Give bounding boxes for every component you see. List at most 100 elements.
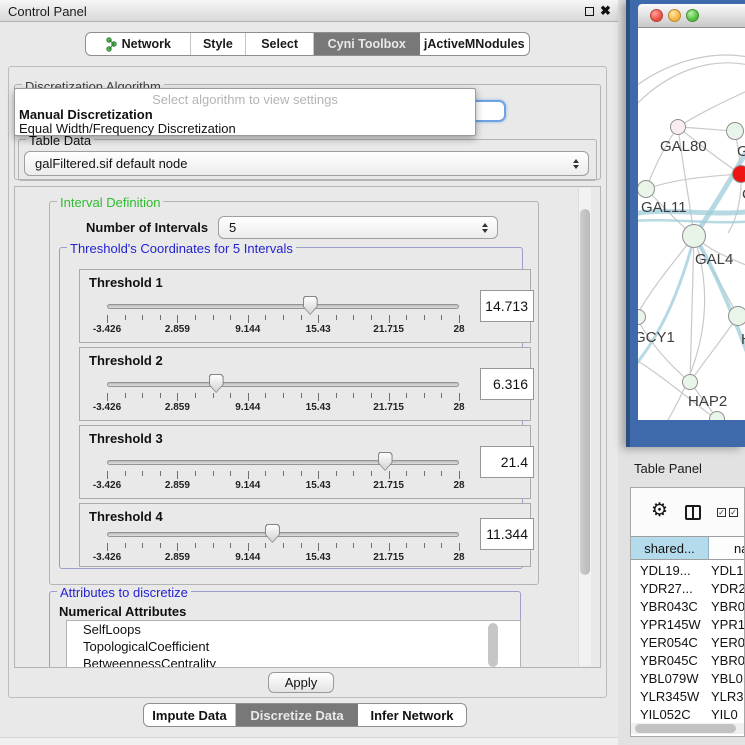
tick-label: -3.426 xyxy=(93,552,121,563)
table-cell[interactable]: YLR345W xyxy=(640,689,699,704)
table-data-combobox[interactable]: galFiltered.sif default node xyxy=(24,151,589,176)
threshold-slider-thumb[interactable] xyxy=(378,452,393,471)
float-window-icon[interactable] xyxy=(585,7,594,16)
threshold-value-field[interactable]: 11.344 xyxy=(480,518,534,550)
threshold-value-field[interactable]: 21.4 xyxy=(480,446,534,478)
table-cell[interactable]: YER054C xyxy=(640,635,698,650)
table-row[interactable]: YLR345W YLR3 xyxy=(631,689,744,707)
tab-style[interactable]: Style xyxy=(191,33,247,55)
tick-mark xyxy=(248,393,249,401)
interval-definition-title: Interval Definition xyxy=(57,195,163,210)
table-cell[interactable]: YBL079W xyxy=(640,671,699,686)
network-node[interactable] xyxy=(682,224,706,248)
zoom-traffic-light-icon[interactable] xyxy=(686,9,699,22)
threshold-value-field[interactable]: 6.316 xyxy=(480,368,534,400)
network-window-titlebar xyxy=(638,4,745,28)
table-cell[interactable]: YPR145W xyxy=(640,617,701,632)
tab-cyni-toolbox[interactable]: Cyni Toolbox xyxy=(314,33,420,55)
tick-label: 15.43 xyxy=(306,402,331,413)
attributes-list[interactable]: SelfLoopsTopologicalCoefficientBetweenne… xyxy=(66,620,521,668)
table-cell[interactable]: YIL0 xyxy=(711,707,738,722)
table-row[interactable]: YPR145W YPR1 xyxy=(631,617,744,635)
tab-infer-network[interactable]: Infer Network xyxy=(358,704,466,726)
table-cell[interactable]: YBR045C xyxy=(640,653,698,668)
apply-button[interactable]: Apply xyxy=(268,672,334,693)
table-cell[interactable]: YIL052C xyxy=(640,707,691,722)
attribute-list-item[interactable]: TopologicalCoefficient xyxy=(67,638,520,655)
tab-jactivemnodules[interactable]: jActiveMNodules xyxy=(420,33,530,55)
dropdown-option[interactable]: Manual Discretization xyxy=(19,107,153,122)
table-row[interactable]: YBR045C YBR0 xyxy=(631,653,744,671)
table-cell[interactable]: YDR27... xyxy=(640,581,693,596)
threshold-slider-track[interactable] xyxy=(107,304,459,309)
threshold-label: Threshold 3 xyxy=(89,431,163,446)
tick-label: 15.43 xyxy=(306,324,331,335)
threshold-value-field[interactable]: 14.713 xyxy=(480,290,534,322)
tick-label: 28 xyxy=(453,552,464,563)
threshold-slider-track[interactable] xyxy=(107,382,459,387)
network-node[interactable] xyxy=(732,165,745,183)
table-cell[interactable]: YBR0 xyxy=(711,599,745,614)
columns-icon[interactable] xyxy=(685,505,701,520)
settings-vertical-scrollbar[interactable] xyxy=(578,188,591,666)
table-cell[interactable]: YDR2 xyxy=(711,581,745,596)
attribute-list-item[interactable]: SelfLoops xyxy=(67,621,520,638)
tab-label: Network xyxy=(122,37,171,51)
attributes-list-scrollbar[interactable] xyxy=(488,623,498,667)
network-canvas[interactable]: GAL80GACGAL11GAL4GCY1HHAP2 xyxy=(638,28,745,420)
tick-mark xyxy=(389,315,390,323)
network-node[interactable] xyxy=(726,122,744,140)
tick-mark xyxy=(336,543,337,548)
table-hscrollbar-thumb[interactable] xyxy=(635,724,736,733)
tick-mark xyxy=(301,471,302,476)
tick-mark xyxy=(160,393,161,398)
column-header-name[interactable]: na xyxy=(709,537,745,559)
threshold-slider-thumb[interactable] xyxy=(265,524,280,543)
table-row[interactable]: YER054C YER0 xyxy=(631,635,744,653)
table-cell[interactable]: YDL19... xyxy=(640,563,691,578)
network-node[interactable] xyxy=(728,306,745,326)
threshold-slider-track[interactable] xyxy=(107,460,459,465)
table-row[interactable]: YBR043C YBR0 xyxy=(631,599,744,617)
table-cell[interactable]: YLR3 xyxy=(711,689,744,704)
tab-select[interactable]: Select xyxy=(246,33,314,55)
gear-icon[interactable]: ⚙ xyxy=(651,501,668,520)
tick-label: 9.144 xyxy=(235,480,260,491)
table-row[interactable]: YDL19... YDL1 xyxy=(631,563,744,581)
attribute-list-item[interactable]: BetweennessCentrality xyxy=(67,655,520,668)
tab-discretize-data[interactable]: Discretize Data xyxy=(236,704,358,726)
tab-impute-data[interactable]: Impute Data xyxy=(144,704,236,726)
column-header-shared-name[interactable]: shared... xyxy=(631,537,709,559)
table-cell[interactable]: YBR043C xyxy=(640,599,698,614)
threshold-slider-thumb[interactable] xyxy=(303,296,318,315)
tab-network[interactable]: Network xyxy=(86,33,191,55)
table-row[interactable]: YBL079W YBL0 xyxy=(631,671,744,689)
network-node[interactable] xyxy=(682,374,698,390)
network-node[interactable] xyxy=(670,119,686,135)
tick-mark xyxy=(371,543,372,548)
table-cell[interactable]: YBR0 xyxy=(711,653,745,668)
checkbox-icon[interactable]: ✓ xyxy=(717,508,726,517)
tick-mark xyxy=(424,471,425,476)
close-traffic-light-icon[interactable] xyxy=(650,9,663,22)
table-cell[interactable]: YDL1 xyxy=(711,563,744,578)
num-intervals-spinner[interactable]: 5 xyxy=(218,216,498,239)
tick-mark xyxy=(230,471,231,476)
table-cell[interactable]: YPR1 xyxy=(711,617,745,632)
close-icon[interactable]: ✖ xyxy=(600,3,611,19)
table-cell[interactable]: YER0 xyxy=(711,635,745,650)
tick-mark xyxy=(142,315,143,320)
tick-mark xyxy=(125,471,126,476)
control-panel-titlebar: Control Panel ✖ xyxy=(0,0,618,22)
table-row[interactable]: YDR27... YDR2 xyxy=(631,581,744,599)
threshold-slider-track[interactable] xyxy=(107,532,459,537)
threshold-slider-thumb[interactable] xyxy=(209,374,224,393)
minimize-traffic-light-icon[interactable] xyxy=(668,9,681,22)
table-horizontal-scrollbar[interactable] xyxy=(631,723,744,734)
checkbox-icon[interactable]: ✓ xyxy=(729,508,738,517)
dropdown-option[interactable]: Equal Width/Frequency Discretization xyxy=(19,121,236,136)
settings-scrollbar-thumb[interactable] xyxy=(580,209,590,575)
table-cell[interactable]: YBL0 xyxy=(711,671,743,686)
network-node[interactable] xyxy=(709,411,725,420)
tab-label: Style xyxy=(203,37,233,51)
